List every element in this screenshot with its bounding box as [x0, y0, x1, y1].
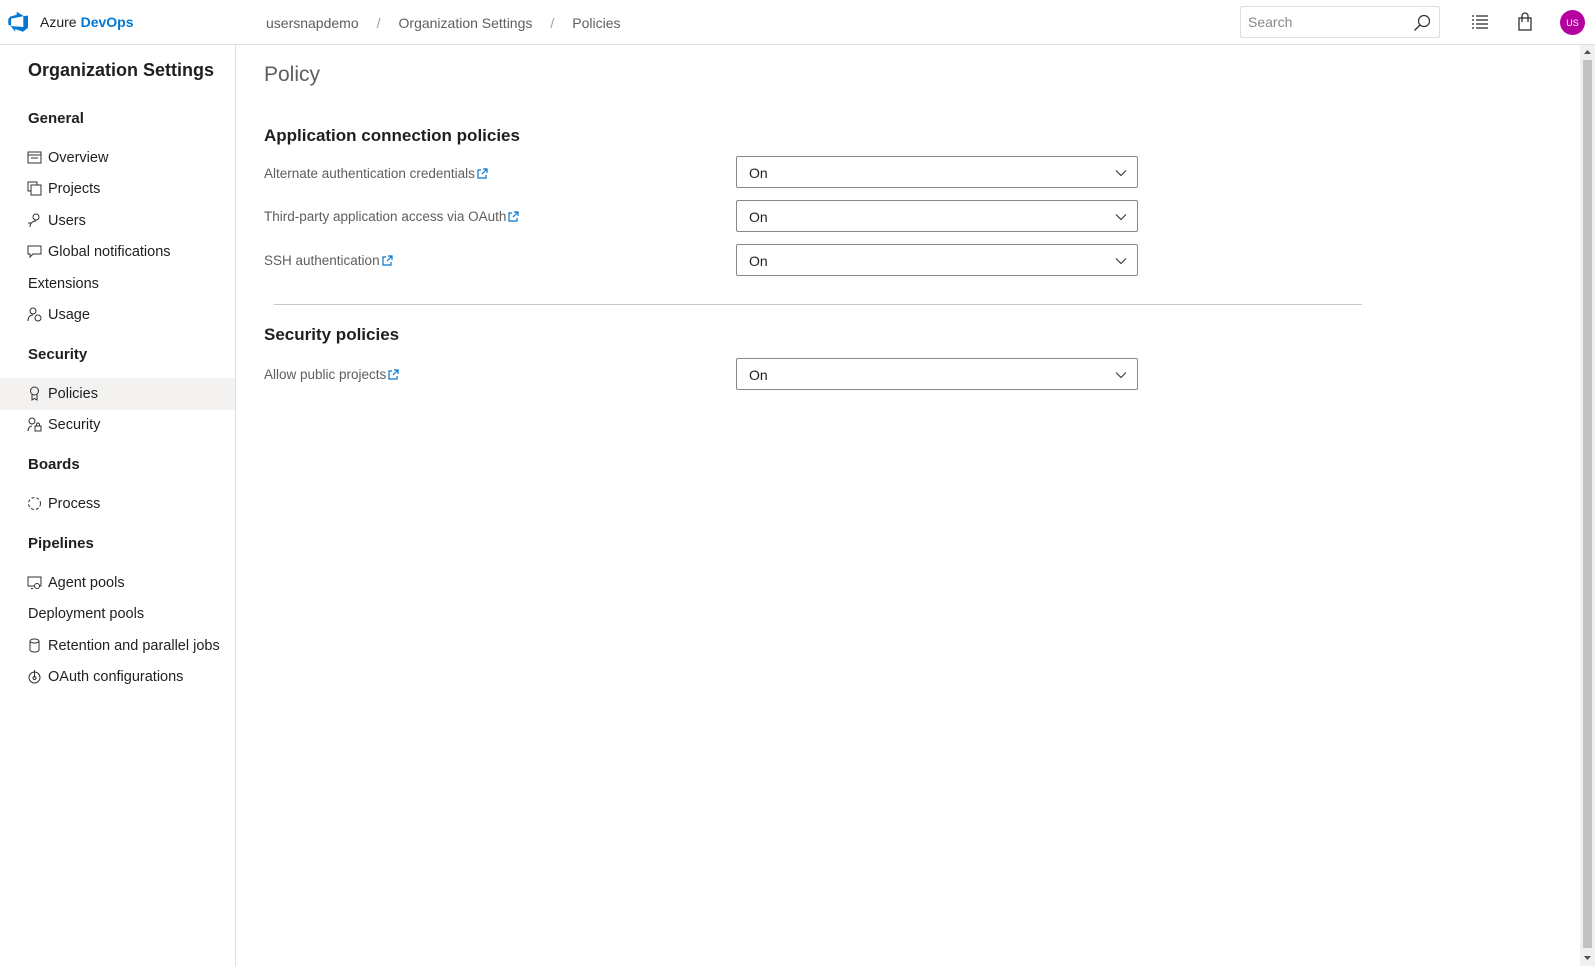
work-items-list-icon[interactable] [1470, 12, 1490, 32]
sidebar-item-label: Extensions [28, 276, 99, 292]
breadcrumb-policies[interactable]: Policies [572, 15, 620, 31]
dropdown-value: On [749, 367, 768, 383]
policy-label-text: Allow public projects [264, 367, 387, 382]
main-content: Policy Application connection policies A… [237, 45, 1580, 966]
vertical-scrollbar[interactable] [1580, 45, 1595, 966]
policy-label-text: SSH authentication [264, 253, 380, 268]
page-title: Policy [264, 63, 321, 86]
sidebar-item-extensions[interactable]: Extensions [0, 268, 235, 300]
user-avatar[interactable]: US [1560, 10, 1585, 35]
marketplace-bag-icon[interactable] [1515, 12, 1535, 32]
policy-badge-icon [30, 386, 39, 401]
security-policies-heading: Security policies [264, 325, 400, 344]
brand-name: DevOps [80, 14, 134, 30]
sidebar-item-label: Deployment pools [28, 606, 145, 622]
sidebar-item-label: Overview [48, 150, 109, 166]
sidebar-item-label: Process [48, 496, 101, 512]
oauth-icon [28, 670, 41, 684]
sidebar-item-global-notifications[interactable]: Global notifications [0, 236, 235, 268]
sidebar-item-label: Usage [48, 307, 90, 323]
breadcrumb-organization[interactable]: usersnapdemo [266, 15, 359, 31]
process-cycle-icon [28, 497, 41, 510]
dropdown-value: On [749, 209, 768, 225]
search-box [1240, 6, 1440, 38]
external-link-icon [388, 369, 399, 380]
sidebar-item-security[interactable]: Security [0, 409, 235, 441]
agent-pools-icon [27, 576, 42, 589]
external-link-icon [381, 255, 393, 266]
projects-icon [27, 181, 42, 196]
chevron-down-icon [1115, 170, 1127, 177]
sidebar-item-projects[interactable]: Projects [0, 173, 235, 205]
breadcrumb: usersnapdemo / Organization Settings / P… [266, 0, 621, 45]
sidebar-item-process[interactable]: Process [0, 488, 235, 520]
search-input[interactable] [1248, 14, 1408, 30]
policy-label-text: Third-party application access via OAuth [264, 209, 507, 224]
section-general: General [28, 110, 84, 127]
breadcrumb-separator: / [550, 14, 555, 31]
sidebar-item-overview[interactable]: Overview [0, 142, 235, 174]
sidebar-item-deployment-pools[interactable]: Deployment pools [0, 598, 235, 630]
sidebar-item-agent-pools[interactable]: Agent pools [0, 567, 235, 599]
policy-label-ssh-auth[interactable]: SSH authentication [264, 253, 393, 268]
chevron-down-icon [1115, 258, 1127, 265]
sidebar-item-retention[interactable]: Retention and parallel jobs [0, 630, 235, 662]
dropdown-value: On [749, 165, 768, 181]
brand-prefix: Azure [40, 14, 77, 30]
oauth-access-dropdown[interactable]: On [736, 200, 1138, 232]
section-pipelines: Pipelines [28, 535, 94, 552]
breadcrumb-separator: / [376, 14, 381, 31]
breadcrumb-organization-settings[interactable]: Organization Settings [399, 15, 533, 31]
external-link-icon [508, 211, 519, 222]
ssh-auth-dropdown[interactable]: On [736, 244, 1138, 276]
policy-label-text: Alternate authentication credentials [264, 166, 475, 181]
security-lock-user-icon [27, 417, 42, 432]
public-projects-dropdown[interactable]: On [736, 358, 1138, 390]
sidebar-item-users[interactable]: Users [0, 205, 235, 237]
sidebar-item-usage[interactable]: Usage [0, 299, 235, 331]
azure-devops-logo[interactable]: Azure DevOps [8, 10, 134, 34]
sidebar-item-label: Policies [48, 386, 98, 402]
sidebar-item-label: Global notifications [48, 244, 171, 260]
usage-icon [27, 307, 42, 322]
sidebar-item-policies[interactable]: Policies [0, 378, 235, 410]
sidebar-item-label: Projects [48, 181, 101, 197]
chevron-down-icon [1115, 214, 1127, 221]
sidebar-title: Organization Settings [28, 60, 215, 80]
section-security: Security [28, 346, 88, 363]
database-icon [29, 638, 40, 653]
policy-label-alt-auth[interactable]: Alternate authentication credentials [264, 166, 488, 181]
scrollbar-thumb[interactable] [1583, 60, 1592, 948]
sidebar-item-label: Users [48, 213, 86, 229]
overview-icon [27, 151, 42, 164]
external-link-icon [477, 168, 488, 179]
sidebar-item-label: OAuth configurations [48, 669, 184, 685]
sidebar-item-oauth[interactable]: OAuth configurations [0, 661, 235, 693]
dropdown-value: On [749, 253, 768, 269]
top-bar: Azure DevOps usersnapdemo / Organization … [0, 0, 1595, 45]
section-boards: Boards [28, 456, 80, 473]
azure-devops-logo-icon [8, 11, 29, 32]
sidebar-item-label: Retention and parallel jobs [48, 638, 220, 654]
sidebar: Organization Settings General Overview P… [0, 45, 236, 966]
sidebar-item-label: Security [48, 417, 101, 433]
sidebar-item-label: Agent pools [48, 575, 125, 591]
chevron-down-icon [1115, 372, 1127, 379]
section-divider [274, 304, 1362, 305]
scroll-down-arrow-icon[interactable] [1583, 953, 1592, 962]
users-icon [28, 213, 40, 228]
alt-auth-dropdown[interactable]: On [736, 156, 1138, 188]
search-icon[interactable] [1413, 14, 1431, 32]
policy-label-public-projects[interactable]: Allow public projects [264, 367, 399, 382]
policy-label-oauth-access[interactable]: Third-party application access via OAuth [264, 209, 519, 224]
notification-chat-icon [27, 245, 42, 259]
scroll-up-arrow-icon[interactable] [1583, 48, 1592, 57]
app-connection-heading: Application connection policies [264, 126, 520, 145]
